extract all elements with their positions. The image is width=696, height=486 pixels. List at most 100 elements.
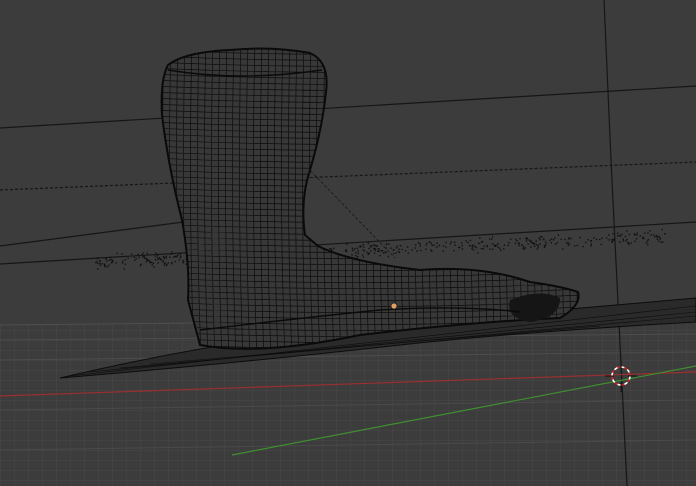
point [172,256,175,258]
point [518,244,520,247]
point [554,237,556,239]
point [157,262,159,264]
point [636,232,638,234]
point [96,261,98,263]
point [491,238,493,240]
point [367,242,370,244]
point [124,259,126,261]
point [356,247,358,250]
point [162,260,164,263]
point [393,252,395,255]
point [536,248,539,250]
point [449,243,452,245]
point [373,252,376,254]
point [388,243,390,245]
point [419,243,421,245]
point [655,234,658,237]
point [557,234,560,236]
point [361,254,364,256]
viewport-canvas[interactable] [0,0,696,486]
point [104,264,106,266]
point [535,240,537,242]
object-origin-dot[interactable] [390,302,398,310]
point [628,242,630,245]
point [612,233,614,235]
point [153,266,155,268]
point [550,238,553,240]
point [535,244,538,246]
point [174,260,176,263]
point [523,248,525,250]
point [156,256,158,259]
point [442,245,445,247]
point [491,235,494,238]
point [461,245,463,247]
point [516,240,518,242]
point [601,237,603,239]
point [144,257,146,259]
point [138,256,140,259]
point [99,264,102,267]
point [166,263,168,266]
point [537,244,539,247]
point [529,240,532,242]
point [628,233,631,236]
point [471,246,474,248]
point [527,243,529,245]
point [375,245,377,247]
point [480,247,483,250]
point [515,238,517,241]
point [169,256,171,258]
point [600,243,602,246]
point [450,241,453,243]
point [565,242,568,244]
point [369,245,372,247]
point [568,237,570,239]
point [137,253,139,256]
point [612,239,615,241]
point [116,252,118,255]
point [467,241,469,244]
point [140,263,142,266]
point [378,250,380,252]
point [385,243,388,246]
point [407,252,409,254]
point [395,247,398,249]
point [143,255,145,258]
point [471,244,474,247]
point [567,241,569,244]
point [482,248,484,250]
point [368,247,370,250]
point [109,256,111,259]
point [647,243,649,246]
point [477,252,479,254]
point [661,228,663,231]
point [526,238,528,240]
point [461,248,464,250]
point [429,241,431,243]
point [146,252,149,255]
point [362,244,364,246]
point [108,264,110,266]
point [431,244,433,246]
point [146,259,148,262]
point [99,260,101,263]
point [537,246,539,248]
point [626,230,628,232]
point [331,249,333,251]
point [576,244,579,247]
3d-viewport[interactable] [0,0,696,486]
point [481,240,484,243]
point [171,251,173,253]
point [510,238,512,240]
point [333,247,335,249]
point [617,235,619,237]
point [622,238,624,240]
point [345,243,348,245]
point [430,242,432,245]
point [155,252,157,254]
point [121,253,123,255]
point [139,264,142,267]
point [530,241,533,244]
point [489,248,491,250]
